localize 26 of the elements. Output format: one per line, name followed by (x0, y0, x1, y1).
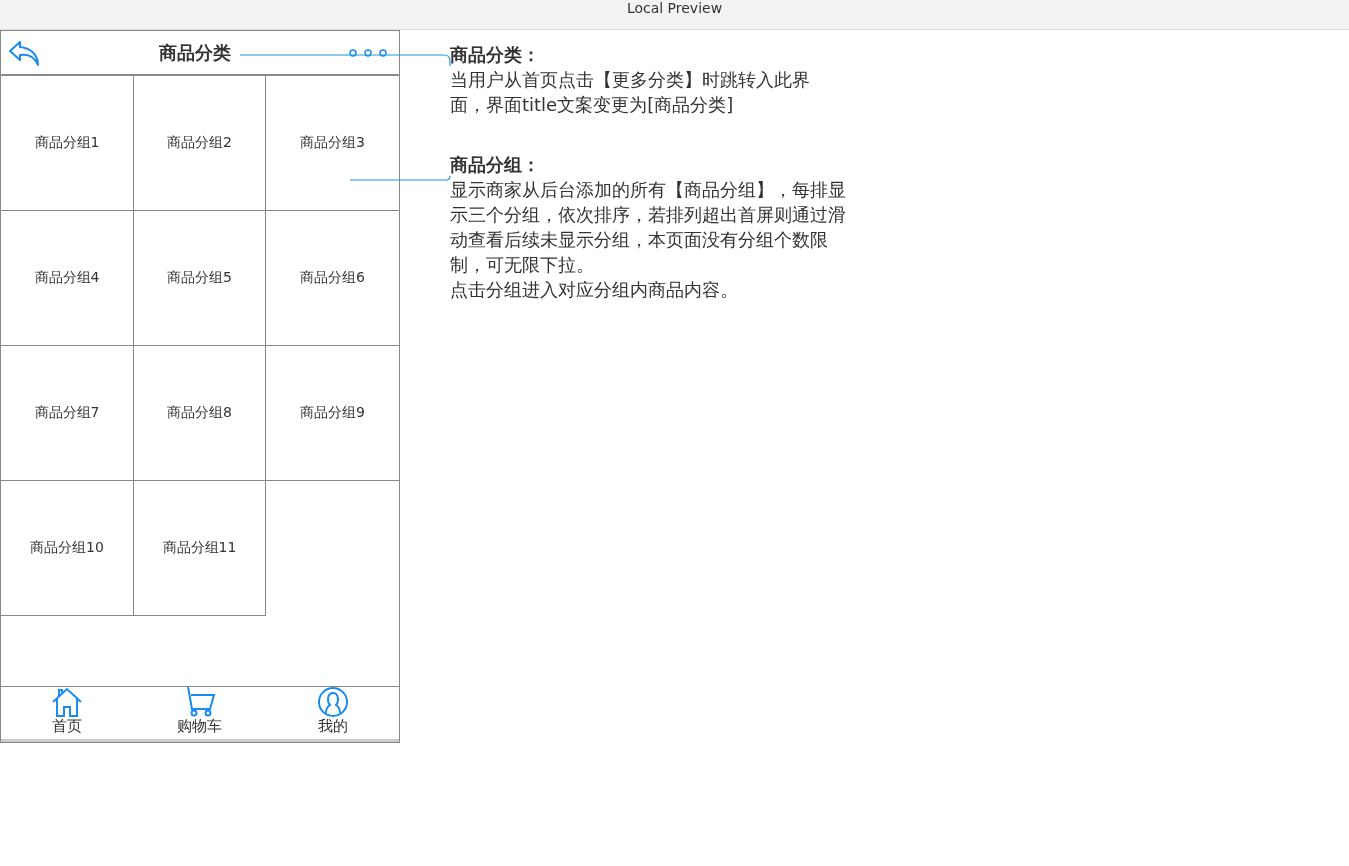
group-tile[interactable]: 商品分组9 (266, 346, 399, 481)
tab-item[interactable]: 首页 (17, 687, 118, 739)
tab-item[interactable]: 我的 (282, 687, 383, 739)
note-text: 显示商家从后台添加的所有【商品分组】，每排显示三个分组，依次排序，若排列超出首屏则通过滑动查看后续未显示分组，本页面没有分组个数限制，可无限下拉。 (450, 178, 847, 277)
user-icon (316, 687, 349, 717)
group-tile[interactable]: 商品分组8 (134, 346, 266, 481)
home-icon (51, 687, 84, 717)
back-arrow-icon[interactable] (8, 39, 40, 66)
group-tile[interactable]: 商品分组6 (266, 211, 399, 346)
more-icon[interactable] (349, 47, 387, 58)
group-tile[interactable]: 商品分组7 (1, 346, 134, 481)
note-text: 点击分组进入对应分组内商品内容。 (450, 278, 739, 302)
header-title: 商品分类 (158, 40, 231, 65)
group-tile[interactable]: 商品分组11 (134, 481, 266, 616)
tab-item[interactable]: 购物车 (150, 687, 250, 739)
window-title: Local Preview (626, 0, 723, 16)
group-tile[interactable]: 商品分组4 (1, 211, 134, 346)
note-title: 商品分组： (450, 153, 541, 177)
group-tile[interactable]: 商品分组10 (1, 481, 134, 616)
note-title: 商品分类： (450, 43, 541, 67)
group-tile[interactable]: 商品分组5 (134, 211, 266, 346)
group-tile[interactable]: 商品分组1 (1, 76, 134, 211)
cart-icon (184, 687, 216, 717)
group-tile[interactable]: 商品分组3 (266, 76, 399, 211)
group-tile[interactable]: 商品分组2 (134, 76, 266, 211)
note-text: 当用户从首页点击【更多分类】时跳转入此界面，界面title文案变更为[商品分类] (450, 68, 811, 117)
